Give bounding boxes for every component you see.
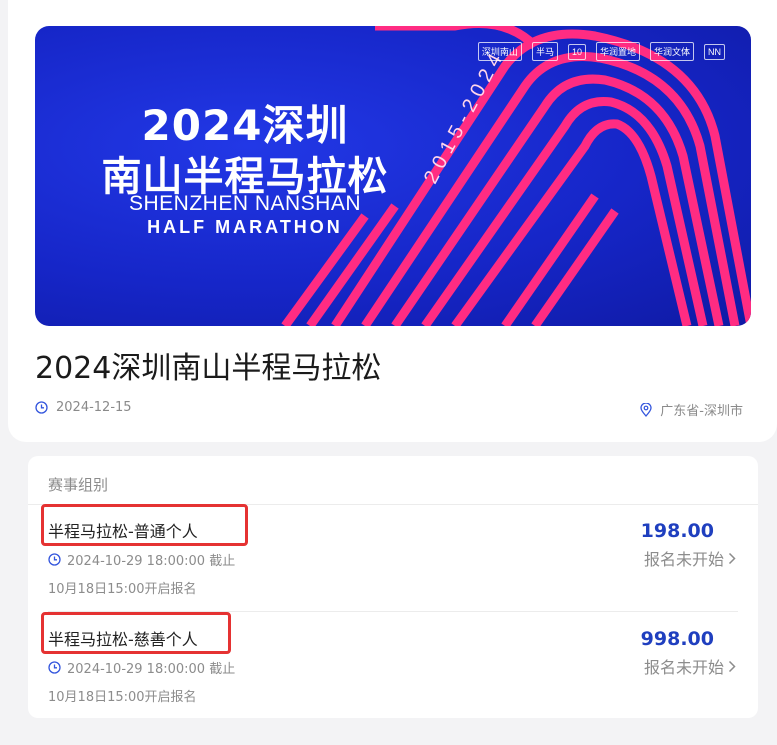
location-pin-icon	[640, 402, 652, 417]
event-location: 广东省-深圳市	[640, 400, 743, 419]
sponsor-logo: 10	[567, 43, 586, 60]
event-date: 2024-12-15	[35, 400, 132, 415]
clock-icon	[48, 553, 61, 566]
clock-icon	[35, 401, 48, 414]
race-groups-card: 赛事组别 半程马拉松-普通个人 2024-10-29 18:00:00 截止 1…	[28, 456, 758, 718]
race-group-name: 半程马拉松-慈善个人	[48, 630, 198, 649]
sponsor-logo: 深圳南山	[477, 42, 522, 61]
chevron-right-icon	[728, 660, 736, 672]
race-group-price: 198.00	[640, 520, 714, 542]
clock-icon	[48, 661, 61, 674]
race-group-open-time: 10月18日15:00开启报名	[48, 690, 197, 705]
race-group-name: 半程马拉松-普通个人	[48, 522, 198, 541]
event-title: 2024深圳南山半程马拉松	[35, 351, 382, 386]
race-group-item[interactable]: 半程马拉松-慈善个人 2024-10-29 18:00:00 截止 10月18日…	[28, 612, 758, 718]
race-groups-header: 赛事组别	[48, 476, 109, 494]
race-group-status-text: 报名未开始	[643, 658, 724, 677]
sponsor-logo: 华润文体	[649, 42, 694, 61]
banner-subtitle-line2: HALF MARATHON	[147, 217, 343, 237]
banner-subtitle-line1: SHENZHEN NANSHAN	[128, 192, 362, 215]
race-group-status-text: 报名未开始	[643, 550, 724, 569]
event-card: 2024深圳 南山半程马拉松 SHENZHEN NANSHAN HALF MAR…	[8, 0, 777, 442]
race-group-status[interactable]: 报名未开始	[644, 654, 736, 678]
sponsor-logo: NN	[704, 43, 725, 60]
race-group-deadline: 2024-10-29 18:00:00 截止	[48, 550, 235, 569]
race-group-deadline-text: 2024-10-29 18:00:00 截止	[67, 662, 236, 677]
race-group-deadline: 2024-10-29 18:00:00 截止	[48, 658, 235, 677]
sponsor-logos: 深圳南山 半马 10 华润置地 华润文体 NN	[477, 42, 725, 61]
event-banner[interactable]: 2024深圳 南山半程马拉松 SHENZHEN NANSHAN HALF MAR…	[35, 26, 751, 326]
race-group-status[interactable]: 报名未开始	[644, 546, 736, 570]
event-date-text: 2024-12-15	[56, 400, 132, 415]
chevron-right-icon	[728, 552, 736, 564]
sponsor-logo: 华润置地	[595, 42, 640, 61]
race-group-price: 998.00	[640, 628, 714, 650]
sponsor-logo: 半马	[531, 42, 558, 61]
race-group-open-time: 10月18日15:00开启报名	[48, 582, 197, 597]
race-group-item[interactable]: 半程马拉松-普通个人 2024-10-29 18:00:00 截止 10月18日…	[28, 504, 758, 610]
race-group-deadline-text: 2024-10-29 18:00:00 截止	[67, 554, 236, 569]
event-location-text: 广东省-深圳市	[660, 404, 743, 419]
